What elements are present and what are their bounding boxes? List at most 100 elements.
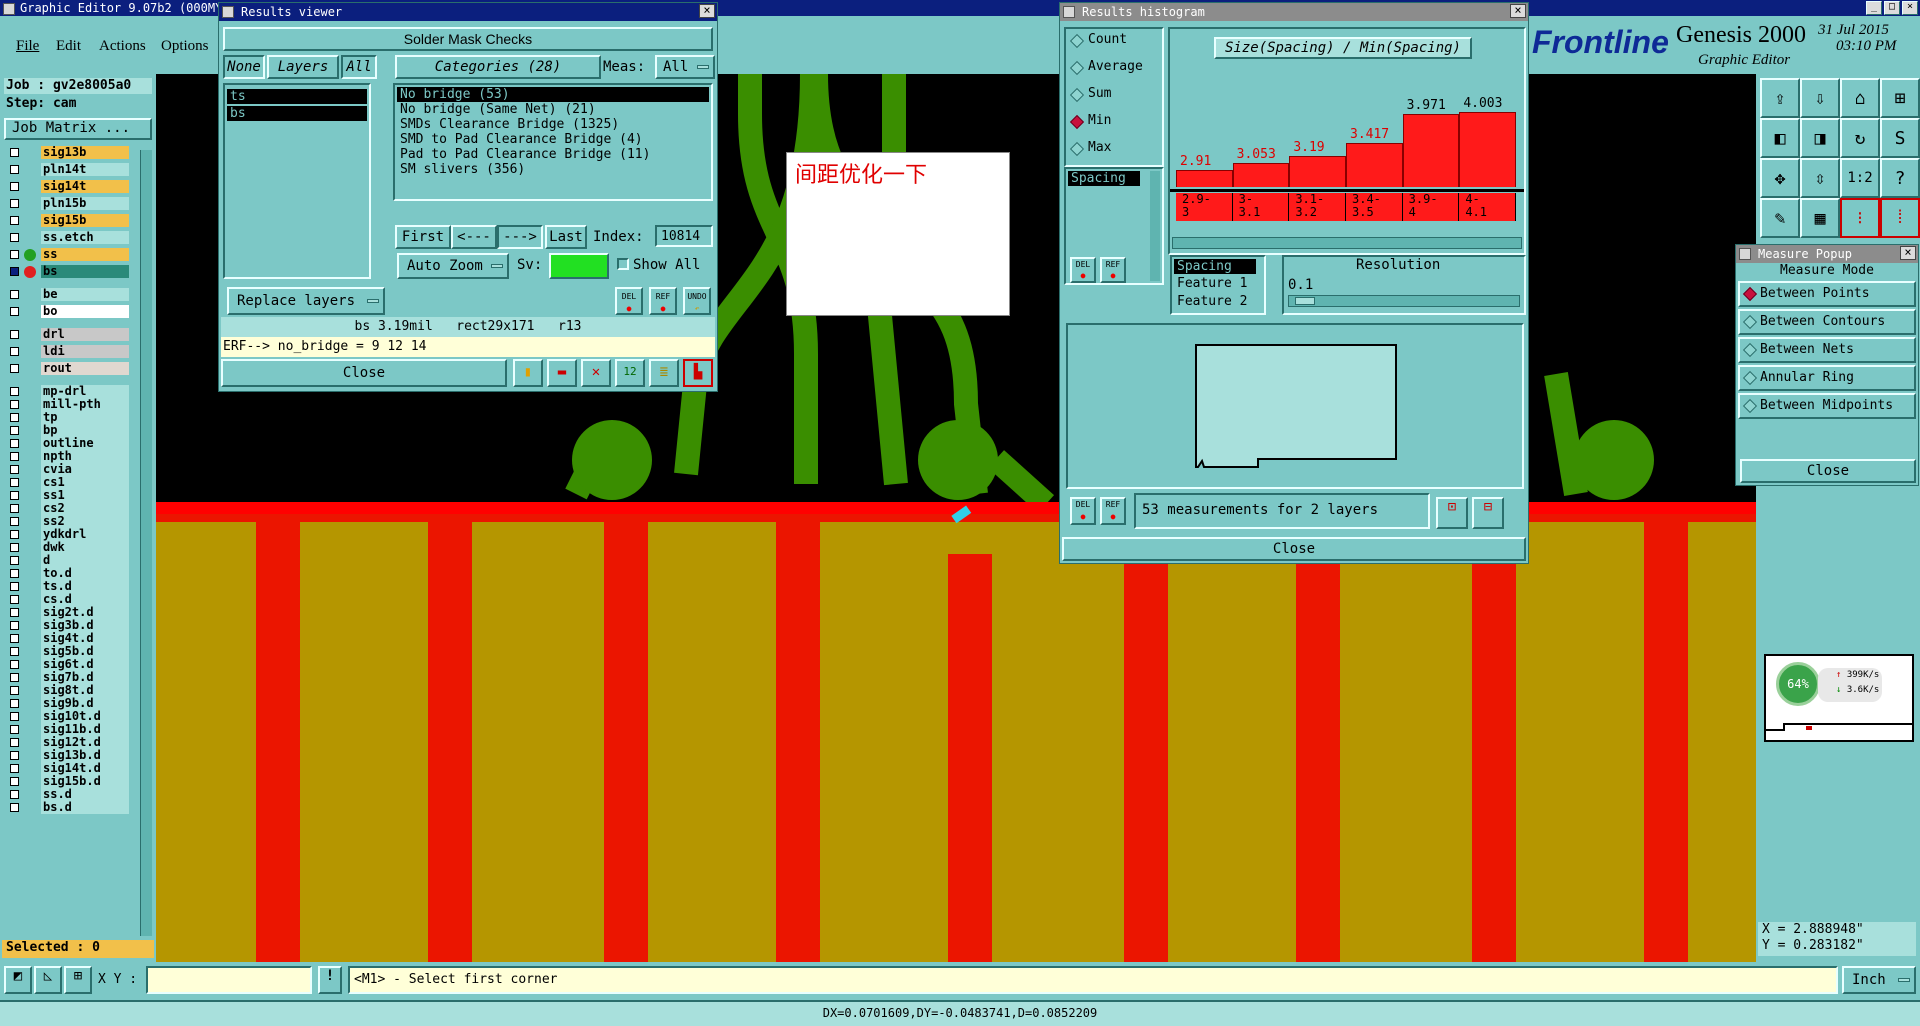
layer-checkbox[interactable] — [10, 478, 19, 487]
histogram-list-item[interactable]: Spacing — [1068, 171, 1140, 186]
sv-color-picker[interactable] — [549, 253, 609, 279]
menu-edit[interactable]: Edit — [56, 38, 81, 55]
layer-checkbox[interactable] — [10, 250, 19, 259]
scale-icon[interactable]: 1:2 — [1840, 158, 1880, 198]
auto-zoom-dropdown[interactable]: Auto Zoom — [397, 253, 509, 279]
zoom-to-icon[interactable]: ⊡ — [1436, 497, 1468, 529]
layer-checkbox[interactable] — [10, 569, 19, 578]
histogram-list-scrollbar[interactable] — [1150, 171, 1160, 281]
histogram-bar[interactable] — [1459, 112, 1516, 187]
layer-scrollbar[interactable] — [140, 150, 152, 936]
layer-checkbox[interactable] — [10, 751, 19, 760]
layer-checkbox[interactable] — [10, 165, 19, 174]
layer-row[interactable]: sig15b — [6, 214, 129, 228]
menu-file[interactable]: File — [16, 38, 39, 55]
grid-icon[interactable]: ⊞ — [1880, 78, 1920, 118]
histogram-bar[interactable] — [1346, 143, 1403, 187]
layer-row[interactable]: sig2t.d — [6, 606, 129, 620]
layer-row[interactable]: ss.etch — [6, 231, 129, 245]
measure-icon[interactable]: ⁝ — [1840, 198, 1880, 238]
exclude-icon[interactable]: ✕ — [581, 359, 611, 387]
layer-checkbox[interactable] — [10, 790, 19, 799]
layer-row[interactable]: d — [6, 554, 129, 568]
save-icon[interactable]: ⇩ — [1800, 78, 1840, 118]
histogram-bar[interactable] — [1176, 170, 1233, 187]
category-item[interactable]: SMD to Pad Clearance Bridge (4) — [397, 132, 709, 147]
layer-checkbox[interactable] — [10, 764, 19, 773]
layer-row[interactable]: sig3b.d — [6, 619, 129, 633]
histogram-close-icon[interactable]: × — [1510, 4, 1526, 18]
layer-checkbox[interactable] — [10, 465, 19, 474]
layer-checkbox[interactable] — [10, 452, 19, 461]
hist-ref-button[interactable]: REF ● — [1100, 257, 1126, 283]
menu-actions[interactable]: Actions — [99, 38, 146, 55]
layer-row[interactable]: bs.d — [6, 801, 129, 815]
layer-row[interactable]: sig15b.d — [6, 775, 129, 789]
feature-item[interactable]: Feature 2 — [1174, 294, 1262, 312]
aggregate-option[interactable]: Max — [1066, 137, 1162, 164]
category-item[interactable]: SMDs Clearance Bridge (1325) — [397, 117, 709, 132]
minimize-button[interactable]: _ — [1866, 1, 1882, 15]
layer-checkbox[interactable] — [10, 426, 19, 435]
layer-row[interactable]: sig5b.d — [6, 645, 129, 659]
aggregate-option[interactable]: Sum — [1066, 83, 1162, 110]
layer-row[interactable]: rout — [6, 362, 129, 376]
layer-checkbox[interactable] — [10, 686, 19, 695]
layer-row[interactable]: sig10t.d — [6, 710, 129, 724]
layer-checkbox[interactable] — [10, 738, 19, 747]
maximize-button[interactable]: □ — [1884, 1, 1900, 15]
layer-checkbox[interactable] — [10, 199, 19, 208]
layer-row[interactable]: ldi — [6, 345, 129, 359]
layer-checkbox[interactable] — [10, 267, 19, 276]
layers-button[interactable]: Layers — [267, 55, 339, 79]
meas-dropdown[interactable]: All — [655, 55, 715, 79]
layer-checkbox[interactable] — [10, 556, 19, 565]
layer-checkbox[interactable] — [10, 712, 19, 721]
layer-checkbox[interactable] — [10, 364, 19, 373]
histogram-bar[interactable] — [1289, 155, 1346, 187]
prev-button[interactable]: <--- — [451, 225, 497, 249]
results-viewer-close-icon[interactable]: × — [699, 4, 715, 18]
layer-row[interactable]: ss1 — [6, 489, 129, 503]
replace-layers-dropdown[interactable]: Replace layers — [227, 287, 385, 315]
resolution-slider[interactable] — [1288, 295, 1520, 307]
layer-checkbox[interactable] — [10, 608, 19, 617]
measure-system-icon[interactable] — [1739, 248, 1751, 260]
layer-checkbox[interactable] — [10, 182, 19, 191]
histogram-titlebar[interactable]: Results histogram × — [1060, 3, 1528, 21]
layer-row[interactable]: to.d — [6, 567, 129, 581]
layer-checkbox[interactable] — [10, 400, 19, 409]
pad-icon[interactable]: ▬ — [547, 359, 577, 387]
histogram-icon[interactable]: ▙ — [683, 359, 713, 387]
layer-row[interactable]: pln14t — [6, 163, 129, 177]
results-viewer-close-button[interactable]: Close — [221, 359, 507, 387]
home-icon[interactable]: ⌂ — [1840, 78, 1880, 118]
layer-checkbox[interactable] — [10, 777, 19, 786]
undo-button[interactable]: UNDO ↶ — [683, 287, 711, 315]
layer-checkbox[interactable] — [10, 803, 19, 812]
layer-row[interactable]: ss2 — [6, 515, 129, 529]
del-button[interactable]: DEL ● — [615, 287, 643, 315]
category-item[interactable]: Pad to Pad Clearance Bridge (11) — [397, 147, 709, 162]
layer-checkbox[interactable] — [10, 233, 19, 242]
layer-checkbox[interactable] — [10, 413, 19, 422]
layer-row[interactable]: bs — [6, 265, 129, 279]
next-button[interactable]: ---> — [497, 225, 543, 249]
zoom-fit-icon[interactable]: ⊟ — [1472, 497, 1504, 529]
ref-button[interactable]: REF ● — [649, 287, 677, 315]
layer-row[interactable]: bo — [6, 305, 129, 319]
xy-input[interactable] — [146, 966, 312, 994]
layer-checkbox[interactable] — [10, 148, 19, 157]
layer-row[interactable]: ss — [6, 248, 129, 262]
hist-ref2-button[interactable]: REF ● — [1100, 497, 1126, 525]
layer-checkbox[interactable] — [10, 491, 19, 500]
layer-checkbox[interactable] — [10, 647, 19, 656]
measure-mode-option[interactable]: Between Midpoints — [1738, 393, 1916, 419]
units-dropdown[interactable]: Inch — [1842, 966, 1916, 994]
redraw-icon[interactable]: ↻ — [1840, 118, 1880, 158]
layer-row[interactable]: sig14t — [6, 180, 129, 194]
layer-row[interactable]: sig11b.d — [6, 723, 129, 737]
close-app-button[interactable]: × — [1902, 1, 1918, 15]
category-item[interactable]: No bridge (Same Net) (21) — [397, 102, 709, 117]
alert-icon[interactable]: ! — [318, 966, 342, 994]
